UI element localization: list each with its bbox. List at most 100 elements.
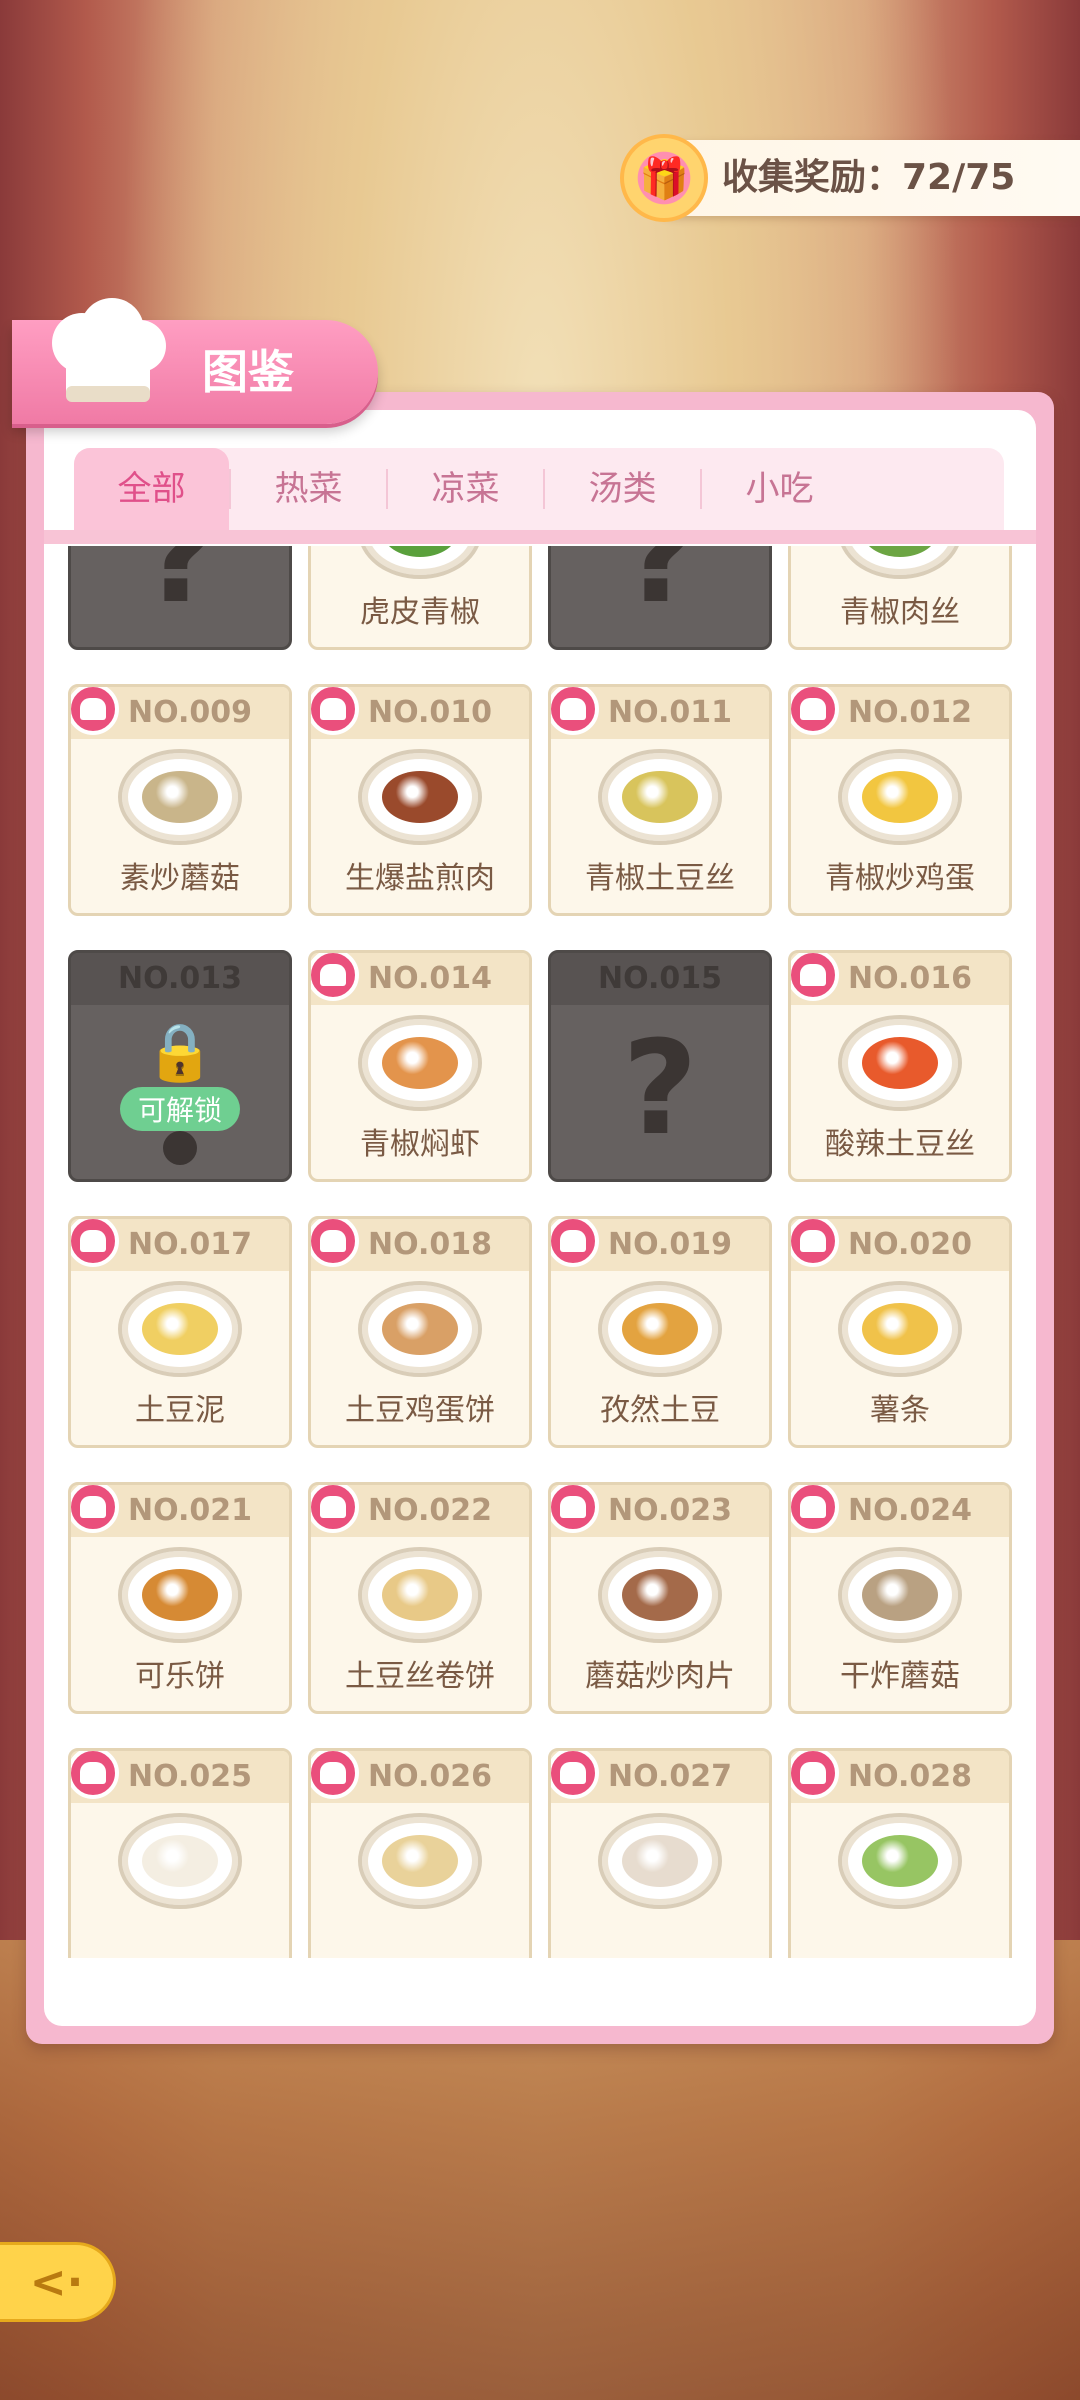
dish-card[interactable]: NO.018 土豆鸡蛋饼 <box>308 1216 532 1448</box>
dish-plate-icon <box>358 749 482 845</box>
dish-food-shape <box>382 546 458 557</box>
dish-card[interactable]: ? <box>548 546 772 650</box>
dish-plate-icon <box>358 1813 482 1909</box>
badge-hat-shape <box>800 1496 826 1518</box>
dish-food-shape <box>142 1835 218 1887</box>
dish-food-shape <box>862 1835 938 1887</box>
badge-hat-shape <box>320 1496 346 1518</box>
question-mark-icon: ? <box>142 546 218 632</box>
dish-card[interactable]: 青椒肉丝 <box>788 546 1012 650</box>
badge-hat-shape <box>800 698 826 720</box>
dish-name: 干炸蘑菇 <box>840 1659 960 1694</box>
dish-card[interactable]: NO.017 土豆泥 <box>68 1216 292 1448</box>
collection-reward-bar[interactable]: 🎁 收集奖励：72/75 <box>620 134 1080 222</box>
dish-plate-icon <box>598 749 722 845</box>
panel-title: 图鉴 <box>202 345 294 399</box>
catalog-title-tab: 图鉴 <box>12 298 378 424</box>
dish-card[interactable]: NO.021 可乐饼 <box>68 1482 292 1714</box>
dish-food-shape <box>622 1569 698 1621</box>
dish-plate-icon <box>598 1813 722 1909</box>
tab-2[interactable]: 凉菜 <box>388 448 543 530</box>
chef-hat-badge-icon <box>791 687 839 735</box>
dish-card[interactable]: NO.026 <box>308 1748 532 1958</box>
catalog-panel: 全部 热菜 凉菜 汤类 小吃 ? 虎皮青椒? 青椒肉丝 NO.009 素炒蘑菇 NO.010 生爆盐… <box>26 392 1054 2044</box>
dish-plate-icon <box>358 1281 482 1377</box>
badge-hat-shape <box>800 1762 826 1784</box>
chef-hat-badge-icon <box>551 687 599 735</box>
dish-card[interactable]: NO.024 干炸蘑菇 <box>788 1482 1012 1714</box>
back-button[interactable]: <· <box>0 2242 116 2322</box>
dish-card[interactable]: NO.009 素炒蘑菇 <box>68 684 292 916</box>
chef-hat-badge-icon <box>311 1485 359 1533</box>
dish-grid-scroll[interactable]: ? 虎皮青椒? 青椒肉丝 NO.009 素炒蘑菇 NO.010 生爆盐煎肉 NO.011 青椒土… <box>68 546 1014 1958</box>
dish-name: 青椒炒鸡蛋 <box>825 861 975 896</box>
dish-plate-icon <box>598 1547 722 1643</box>
chef-hat-icon <box>52 298 166 402</box>
dish-food-shape <box>622 771 698 823</box>
dish-card[interactable]: ? <box>68 546 292 650</box>
dish-card[interactable]: NO.027 <box>548 1748 772 1958</box>
dish-plate-icon <box>838 546 962 579</box>
chef-hat-badge-icon <box>311 687 359 735</box>
gift-icon[interactable]: 🎁 <box>620 134 708 222</box>
category-tabs: 全部 热菜 凉菜 汤类 小吃 <box>74 448 1004 530</box>
dish-food-shape <box>862 1569 938 1621</box>
dish-plate-icon <box>358 546 482 579</box>
dish-name: 薯条 <box>870 1393 930 1428</box>
dish-food-shape <box>382 1037 458 1089</box>
dish-card[interactable]: NO.023 蘑菇炒肉片 <box>548 1482 772 1714</box>
tab-3[interactable]: 汤类 <box>545 448 700 530</box>
dish-card[interactable]: 虎皮青椒 <box>308 546 532 650</box>
badge-hat-shape <box>560 698 586 720</box>
dish-card[interactable]: NO.022 土豆丝卷饼 <box>308 1482 532 1714</box>
badge-hat-shape <box>320 698 346 720</box>
badge-hat-shape <box>80 1496 106 1518</box>
back-arrow-icon: <· <box>29 2256 84 2308</box>
dish-card[interactable]: NO.015? <box>548 950 772 1182</box>
chef-hat-badge-icon <box>551 1219 599 1267</box>
dish-plate-icon <box>358 1015 482 1111</box>
dish-food-shape <box>142 1569 218 1621</box>
tab-4[interactable]: 小吃 <box>702 448 857 530</box>
dish-card[interactable]: NO.011 青椒土豆丝 <box>548 684 772 916</box>
badge-hat-shape <box>320 1762 346 1784</box>
dish-plate-icon <box>838 1547 962 1643</box>
badge-hat-shape <box>80 1230 106 1252</box>
dish-food-shape <box>862 1303 938 1355</box>
chef-hat-badge-icon <box>551 1751 599 1799</box>
dish-food-shape <box>862 546 938 557</box>
dish-card[interactable]: NO.010 生爆盐煎肉 <box>308 684 532 916</box>
chef-hat-badge-icon <box>311 1751 359 1799</box>
dish-card[interactable]: NO.012 青椒炒鸡蛋 <box>788 684 1012 916</box>
dish-name: 土豆丝卷饼 <box>345 1659 495 1694</box>
unlockable-badge[interactable]: 可解锁 <box>119 1087 241 1131</box>
dish-grid: ? 虎皮青椒? 青椒肉丝 NO.009 素炒蘑菇 NO.010 生爆盐煎肉 NO.011 青椒土… <box>68 546 1014 1958</box>
tabs-underline <box>44 530 1036 544</box>
badge-hat-shape <box>320 964 346 986</box>
chef-hat-badge-icon <box>791 1219 839 1267</box>
dish-plate-icon <box>838 1015 962 1111</box>
dish-card[interactable]: NO.016 酸辣土豆丝 <box>788 950 1012 1182</box>
chef-hat-badge-icon <box>71 1751 119 1799</box>
dish-card[interactable]: NO.025 <box>68 1748 292 1958</box>
dish-name: 青椒焖虾 <box>360 1127 480 1162</box>
dish-food-shape <box>382 1835 458 1887</box>
dish-food-shape <box>622 1835 698 1887</box>
dish-plate-icon <box>838 1281 962 1377</box>
badge-hat-shape <box>560 1496 586 1518</box>
dish-card[interactable]: NO.013 🔒 可解锁 <box>68 950 292 1182</box>
tab-1[interactable]: 热菜 <box>231 448 386 530</box>
dish-plate-icon <box>118 1813 242 1909</box>
dish-name: 孜然土豆 <box>600 1393 720 1428</box>
dish-card[interactable]: NO.020 薯条 <box>788 1216 1012 1448</box>
dish-card[interactable]: NO.014 青椒焖虾 <box>308 950 532 1182</box>
dish-plate-icon <box>118 1281 242 1377</box>
question-mark-icon: ? <box>622 1012 698 1164</box>
dish-card[interactable]: NO.028 <box>788 1748 1012 1958</box>
dish-card[interactable]: NO.019 孜然土豆 <box>548 1216 772 1448</box>
lock-icon: 🔒 <box>145 1020 215 1085</box>
dish-plate-icon <box>598 1281 722 1377</box>
tab-0[interactable]: 全部 <box>74 448 229 530</box>
dish-name: 虎皮青椒 <box>360 595 480 630</box>
badge-hat-shape <box>320 1230 346 1252</box>
